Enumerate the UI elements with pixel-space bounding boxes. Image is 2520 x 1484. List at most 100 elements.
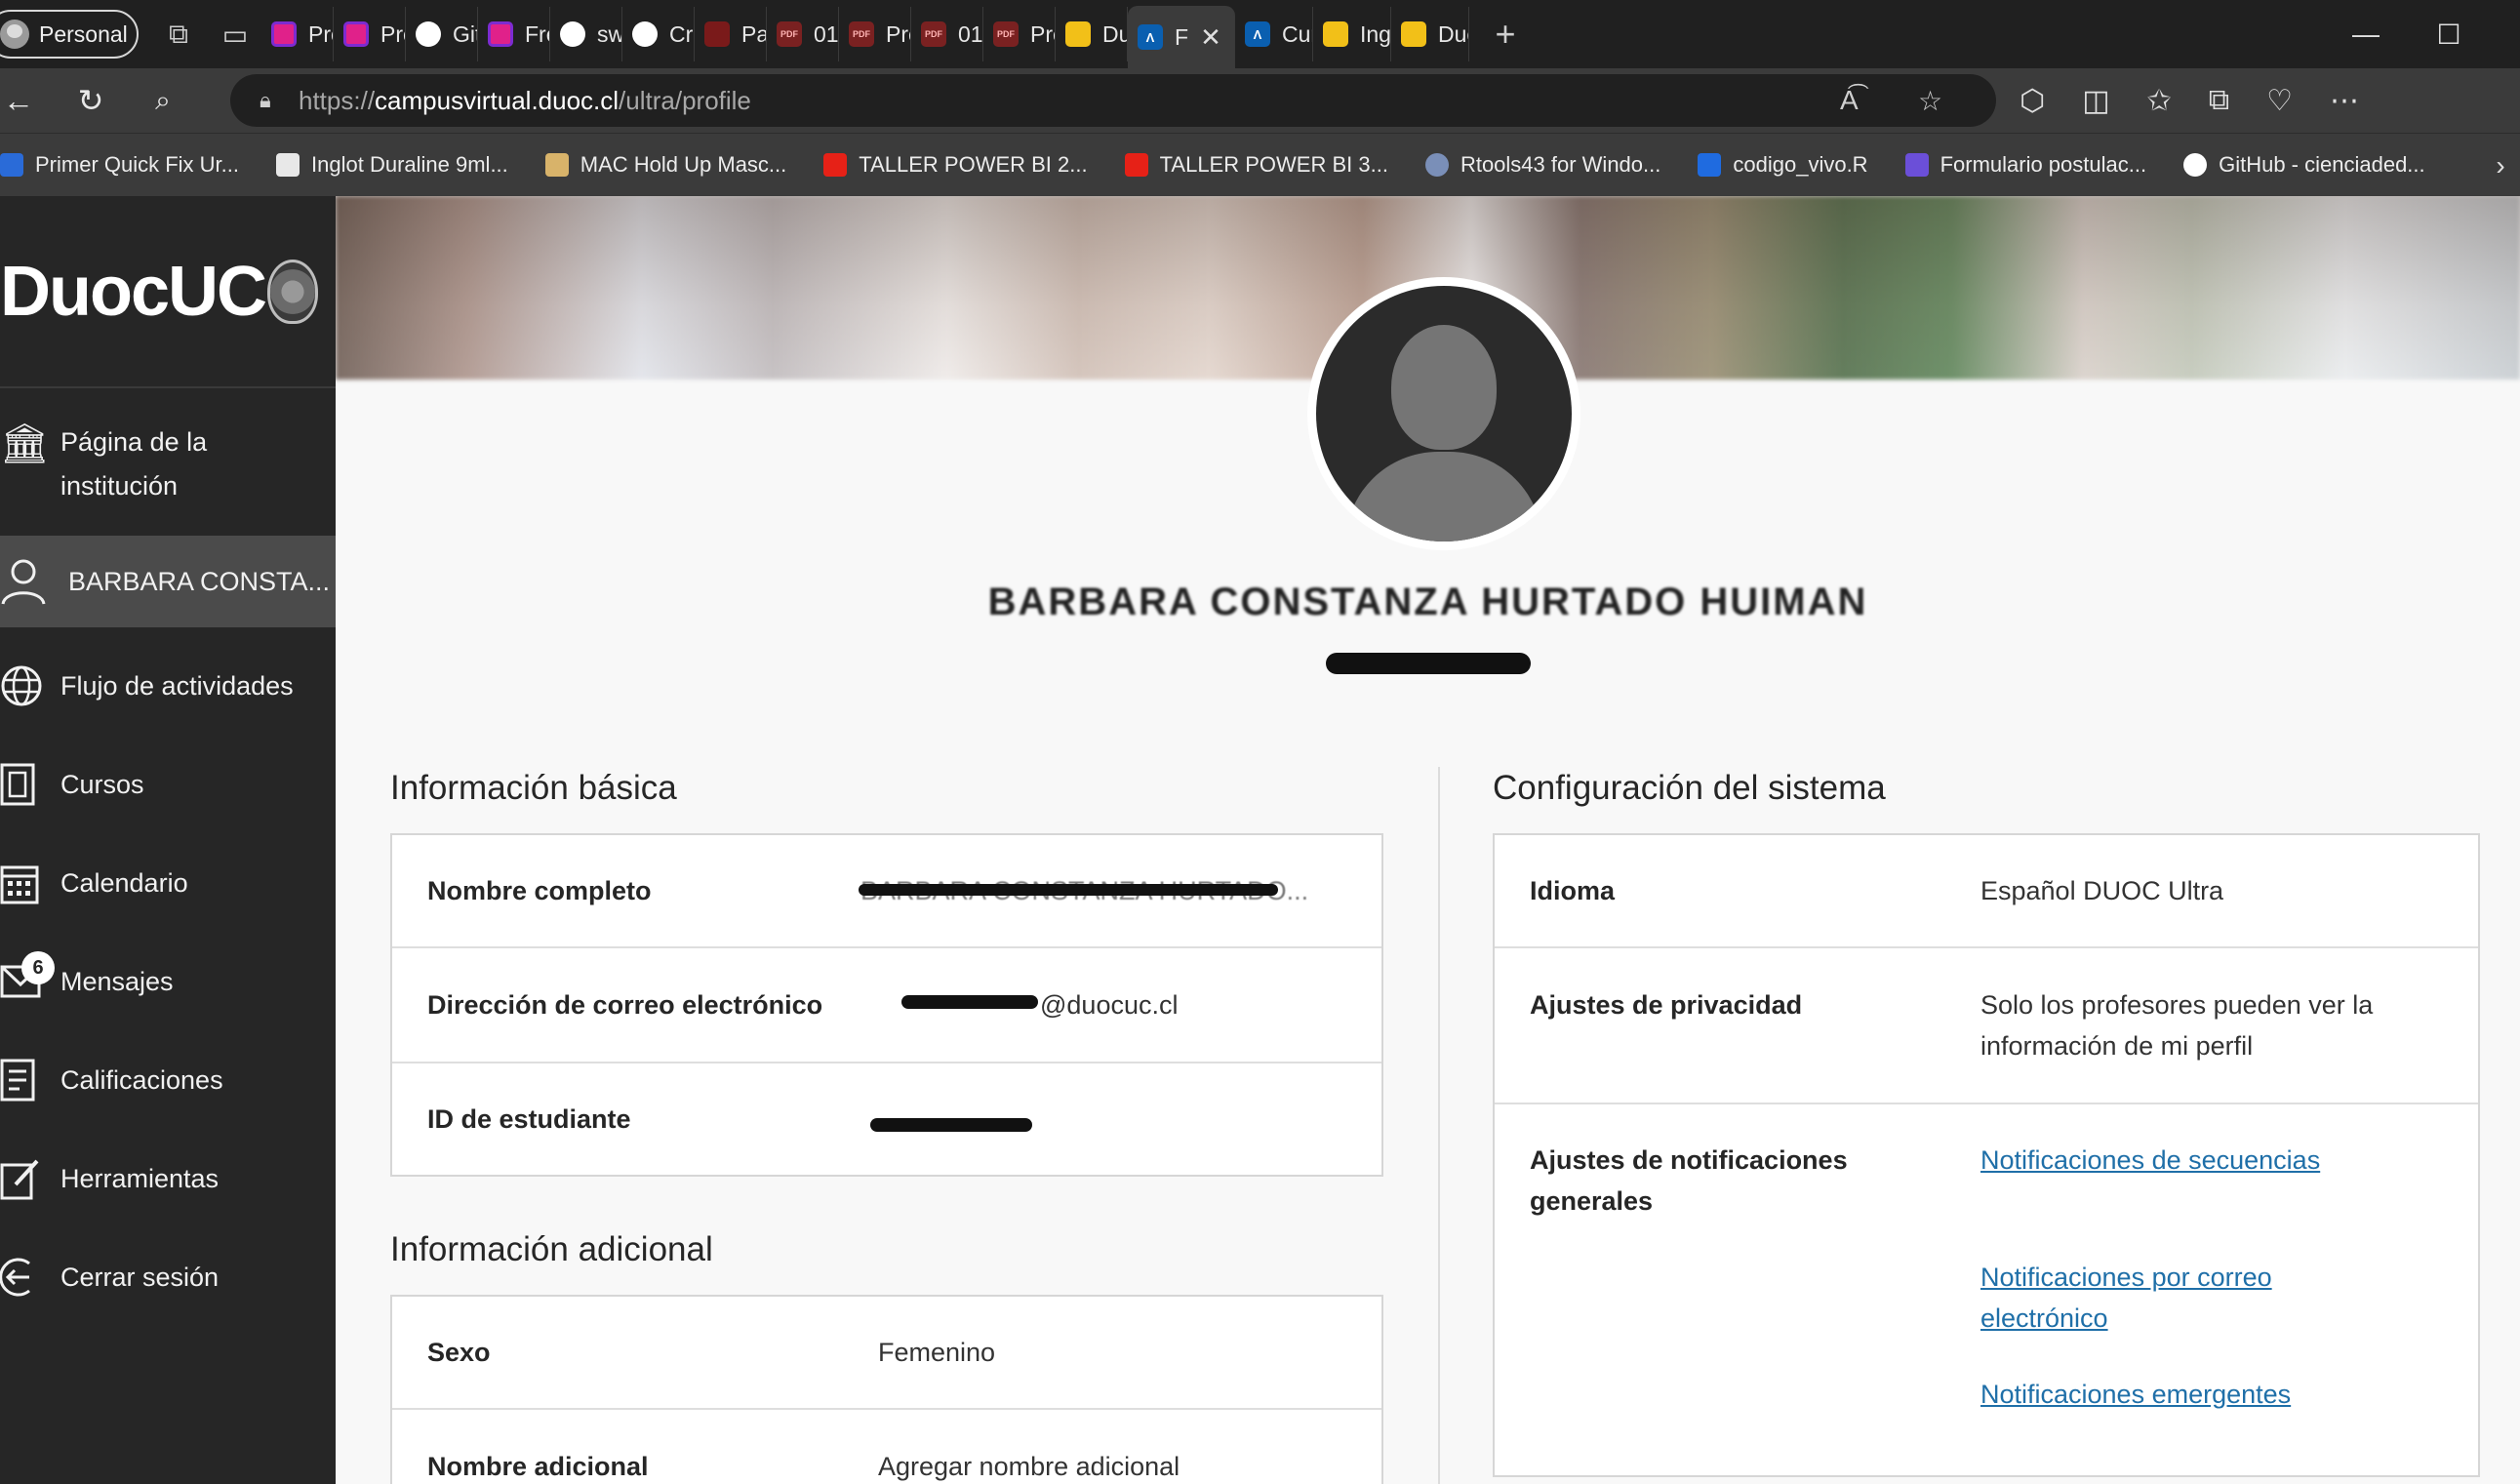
courses-icon — [0, 763, 60, 806]
bookmark-item[interactable]: Rtools43 for Windo... — [1424, 152, 1660, 178]
bookmark-item[interactable]: Inglot Duraline 9ml... — [276, 152, 508, 178]
chevron-right-icon[interactable]: › — [2481, 134, 2520, 197]
sidebar-item-messages[interactable]: 6 Mensajes — [0, 951, 336, 1006]
tab-favicon-icon — [343, 21, 369, 47]
browser-tab-strip: Personal ⧉ ▭ Produ Produ GitHu Free E sw… — [0, 0, 2520, 68]
new-tab-icon[interactable]: + — [1479, 8, 1532, 60]
browser-tab[interactable]: PDFPrese — [983, 7, 1056, 61]
search-icon[interactable]: ⌕ — [137, 74, 189, 127]
sidebar-item-logout[interactable]: Cerrar sesión — [0, 1253, 336, 1302]
browser-tab[interactable]: Duoc — [1391, 7, 1469, 61]
favorites-icon[interactable]: ✩ — [2147, 84, 2172, 118]
browser-tab[interactable]: PDF01_o_ — [911, 7, 983, 61]
sidebar-item-tools[interactable]: Herramientas — [0, 1154, 336, 1203]
browser-tab-active[interactable]: Λ F ✕ — [1128, 6, 1235, 68]
dropbox-icon — [1698, 153, 1722, 177]
profile-full-name: BARBARA CONSTANZA HURTADO HUIMAN — [987, 581, 1868, 623]
email-notifications-link[interactable]: Notificaciones por correo electrónico — [1980, 1257, 2272, 1339]
github-icon — [560, 21, 585, 47]
browser-toolbar-icons: ⬡ ◫ ✩ ⧉ ♡ ⋯ — [2020, 68, 2359, 133]
system-settings-row[interactable]: Idioma Español DUOC Ultra — [1495, 835, 2478, 948]
duoc-favicon-icon — [1401, 21, 1426, 47]
bookmark-item[interactable]: TALLER POWER BI 2... — [823, 152, 1088, 178]
bookmarks-bar: Primer Quick Fix Ur... Inglot Duraline 9… — [0, 133, 2520, 196]
lock-icon: 🔒︎ — [260, 88, 271, 112]
duoc-favicon-icon — [1323, 21, 1348, 47]
address-bar[interactable]: 🔒︎ https://campusvirtual.duoc.cl/ultra/p… — [230, 74, 1996, 127]
github-icon — [416, 21, 441, 47]
read-aloud-icon[interactable]: A͡ — [1840, 74, 1859, 127]
browser-tab[interactable]: Crear — [622, 7, 695, 61]
sidebar-item-calendar[interactable]: Calendario — [0, 859, 336, 907]
bookmark-item[interactable]: Primer Quick Fix Ur... — [0, 152, 239, 178]
extensions-icon[interactable]: ⬡ — [2020, 84, 2045, 118]
additional-info-row[interactable]: Nombre adicional Agregar nombre adiciona… — [392, 1410, 1381, 1484]
browser-tab[interactable]: Produ — [261, 7, 334, 61]
browser-tab[interactable]: Duoc — [1056, 7, 1128, 61]
duoc-logo[interactable]: DuocUC — [0, 196, 336, 388]
tab-actions-icon[interactable]: ▭ — [209, 8, 261, 60]
browser-tab[interactable]: Produ — [334, 7, 406, 61]
youtube-icon — [1124, 153, 1148, 177]
system-settings-card: Idioma Español DUOC Ultra Ajustes de pri… — [1493, 833, 2480, 1477]
github-icon — [2183, 153, 2208, 177]
profile-avatar[interactable] — [1307, 277, 1580, 550]
sidebar-item-grades[interactable]: Calificaciones — [0, 1056, 336, 1104]
browser-tab[interactable]: PDFPrese — [839, 7, 911, 61]
sequence-notifications-link[interactable]: Notificaciones de secuencias — [1980, 1140, 2320, 1181]
browser-tab[interactable]: Patrol — [695, 7, 767, 61]
student-id-value — [870, 1118, 1032, 1132]
sidebar-item-institution[interactable]: 🏛︎ Página de la institución — [0, 421, 336, 518]
sidebar-item-activity-stream[interactable]: Flujo de actividades — [0, 662, 336, 710]
user-icon — [0, 557, 68, 606]
back-arrow-icon[interactable]: ← — [0, 74, 45, 127]
workspaces-icon[interactable]: ⧉ — [152, 8, 205, 60]
bookmark-item[interactable]: Formulario postulac... — [1904, 152, 2146, 178]
seal-icon — [267, 259, 318, 324]
sidebar-item-profile[interactable]: BARBARA CONSTA... — [0, 536, 336, 627]
basic-info-card: Nombre completo BARBARA CONSTANZA HURTAD… — [390, 833, 1383, 1177]
maximize-icon[interactable]: ☐ — [2412, 0, 2486, 68]
basic-info-row: Nombre completo BARBARA CONSTANZA HURTAD… — [392, 835, 1381, 948]
bookmark-item[interactable]: codigo_vivo.R — [1698, 152, 1868, 178]
system-settings-row: Ajustes de notificaciones generales Noti… — [1495, 1104, 2478, 1477]
email-value: @duocuc.cl — [1040, 990, 1179, 1020]
sidebar: DuocUC 🏛︎ Página de la institución BARBA… — [0, 196, 336, 1484]
browser-tab[interactable]: Ingen — [1313, 7, 1391, 61]
browser-tab[interactable]: ΛCurso — [1235, 7, 1313, 61]
refresh-icon[interactable]: ↻ — [64, 74, 117, 127]
bookmark-item[interactable]: GitHub - cienciaded... — [2183, 152, 2425, 178]
browser-tab[interactable]: swot/ — [550, 7, 622, 61]
bookmark-icon — [544, 153, 569, 177]
profile-avatar-icon — [0, 20, 29, 49]
basic-info-title: Información básica — [390, 769, 677, 807]
minimize-icon[interactable]: — — [2329, 0, 2403, 68]
github-icon — [632, 21, 658, 47]
additional-info-title: Información adicional — [390, 1230, 713, 1268]
system-settings-row[interactable]: Ajustes de privacidad Solo los profesore… — [1495, 948, 2478, 1104]
collections-icon[interactable]: ⧉ — [2209, 84, 2229, 117]
close-tab-icon[interactable]: ✕ — [1200, 22, 1221, 53]
bookmark-item[interactable]: MAC Hold Up Masc... — [544, 152, 786, 178]
basic-info-row: ID de estudiante — [392, 1063, 1381, 1177]
sidebar-item-courses[interactable]: Cursos — [0, 760, 336, 809]
favorite-star-icon[interactable]: ☆ — [1918, 74, 1942, 127]
more-menu-icon[interactable]: ⋯ — [2330, 84, 2359, 118]
pdf-icon: PDF — [849, 21, 874, 47]
sex-value: Femenino — [878, 1338, 996, 1367]
mail-icon: 6 — [0, 951, 60, 998]
browser-tab[interactable]: Free E — [478, 7, 550, 61]
split-screen-icon[interactable]: ◫ — [2082, 84, 2109, 118]
popup-notifications-link[interactable]: Notificaciones emergentes — [1980, 1374, 2291, 1415]
browser-essentials-icon[interactable]: ♡ — [2266, 84, 2293, 118]
bookmark-icon — [276, 153, 300, 177]
system-settings-title: Configuración del sistema — [1493, 769, 1886, 807]
browser-profile-button[interactable]: Personal — [0, 10, 139, 59]
additional-info-card: Sexo Femenino Nombre adicional Agregar n… — [390, 1295, 1383, 1484]
browser-tab[interactable]: GitHu — [406, 7, 478, 61]
browser-tab[interactable]: PDF01_d_ — [767, 7, 839, 61]
column-divider — [1438, 767, 1440, 1484]
profile-username-redacted — [336, 651, 2520, 681]
add-additional-name-link[interactable]: Agregar nombre adicional — [878, 1446, 1180, 1484]
bookmark-item[interactable]: TALLER POWER BI 3... — [1124, 152, 1388, 178]
